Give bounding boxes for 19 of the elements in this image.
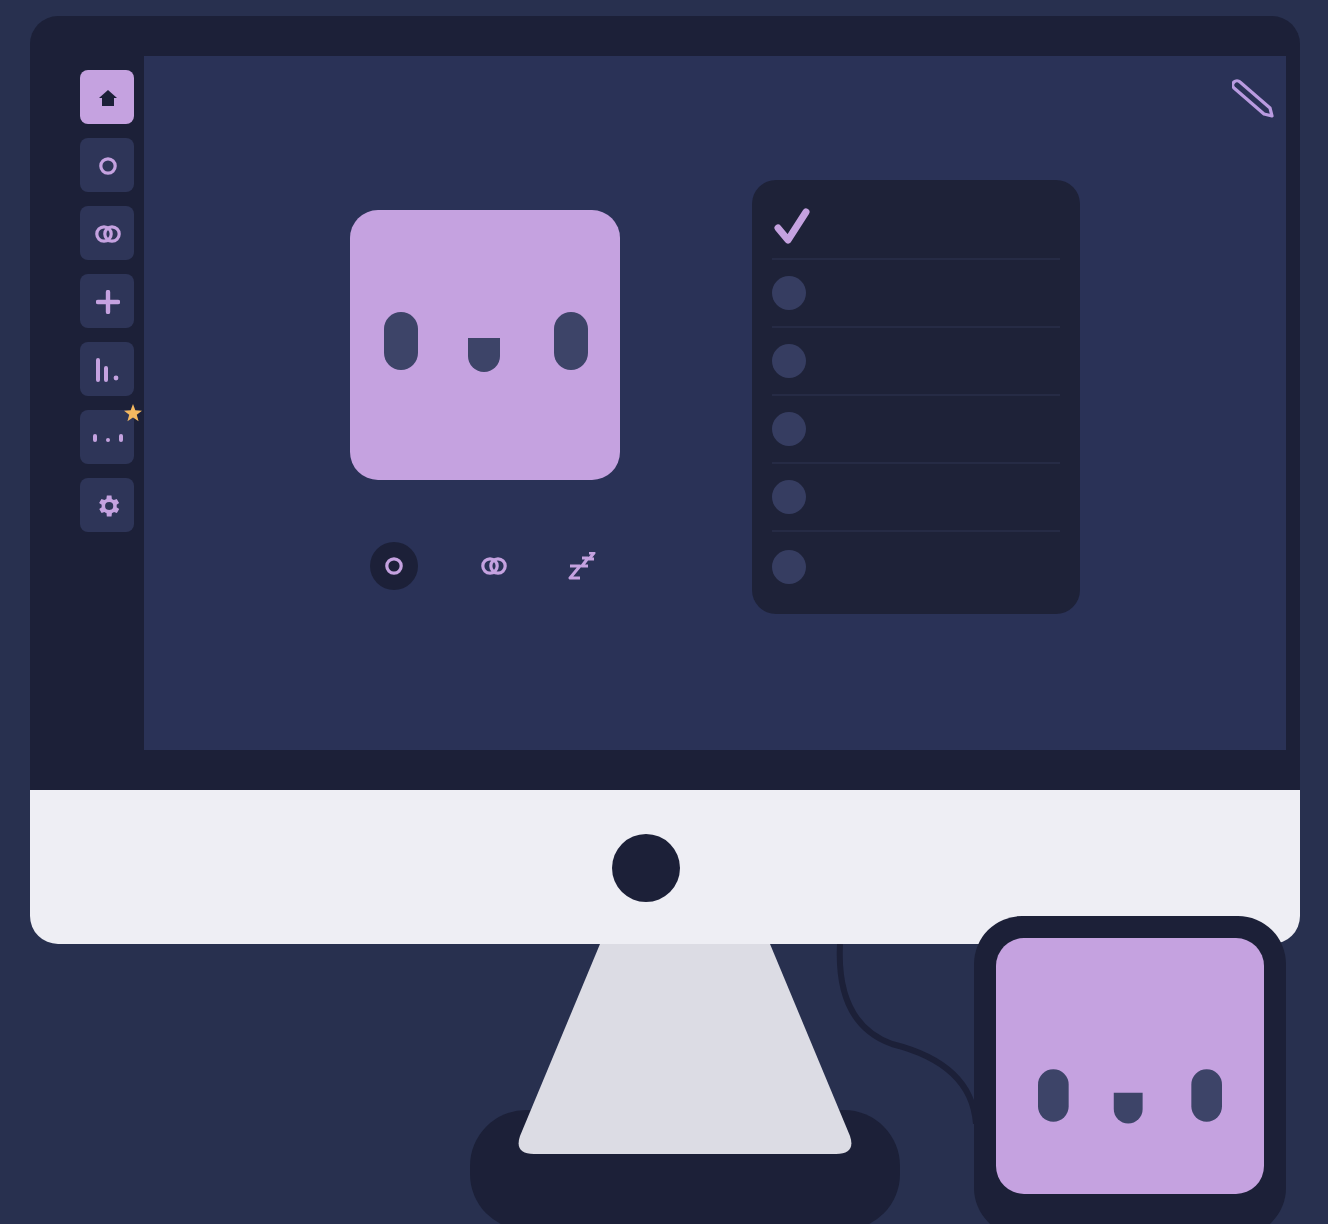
bar-chart-icon bbox=[93, 357, 121, 381]
pencil-icon[interactable] bbox=[1232, 76, 1276, 120]
sleep-icon bbox=[568, 552, 596, 580]
mode-button[interactable] bbox=[370, 542, 418, 590]
settings-icon bbox=[93, 491, 121, 519]
rings-icon bbox=[480, 556, 508, 576]
home-icon bbox=[97, 87, 117, 107]
rings-icon bbox=[93, 223, 121, 243]
sidebar-button[interactable] bbox=[80, 274, 134, 328]
sidebar-button[interactable] bbox=[80, 206, 134, 260]
circle-icon bbox=[384, 556, 404, 576]
checkmark-icon[interactable] bbox=[772, 205, 812, 245]
dots-icon bbox=[91, 431, 123, 443]
sidebar-button[interactable] bbox=[80, 138, 134, 192]
sidebar-button[interactable] bbox=[80, 70, 134, 124]
sidebar-button[interactable] bbox=[80, 342, 134, 396]
circle-icon bbox=[97, 155, 117, 175]
plus-icon bbox=[95, 289, 119, 313]
sidebar-button[interactable] bbox=[80, 478, 134, 532]
